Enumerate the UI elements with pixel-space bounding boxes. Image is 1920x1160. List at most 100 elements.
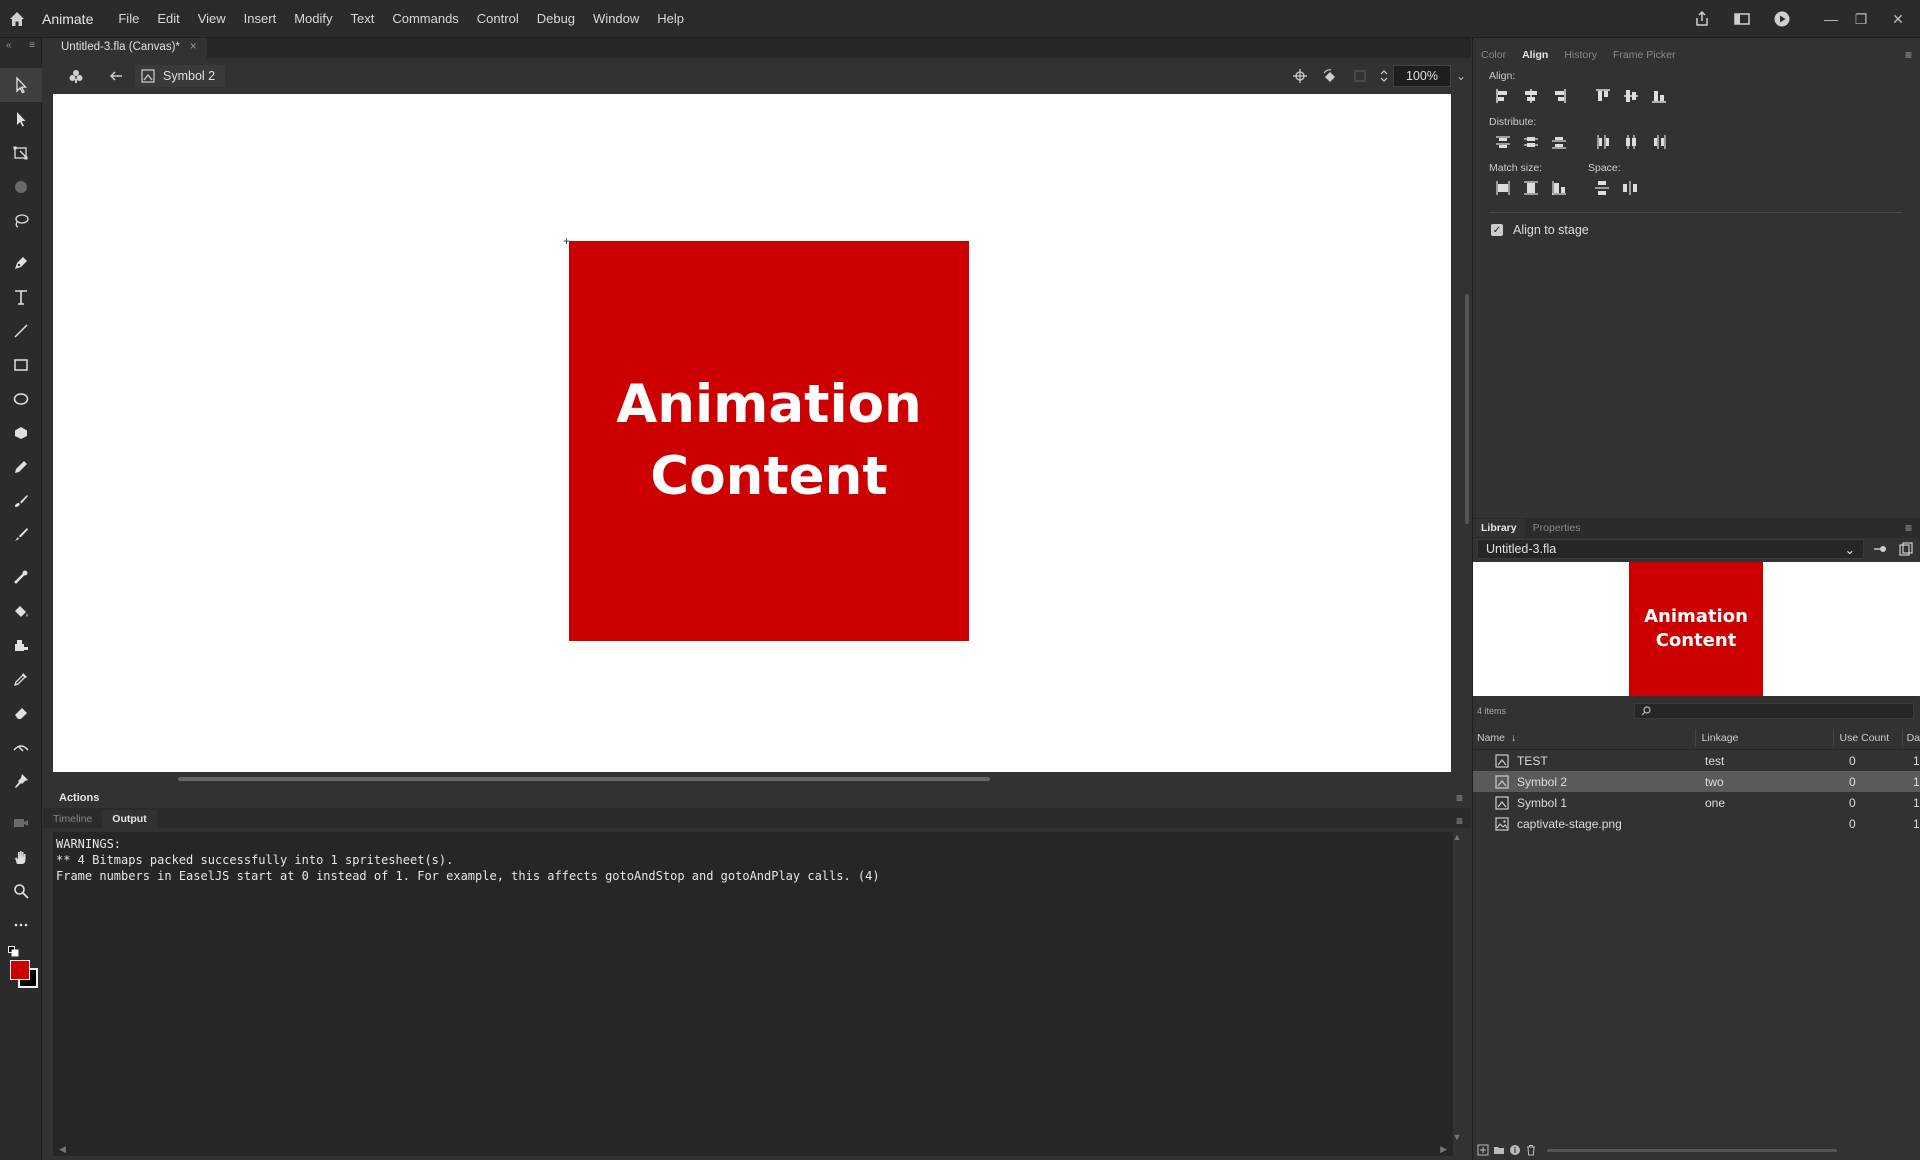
menu-control[interactable]: Control [468, 11, 528, 26]
scroll-down-icon[interactable]: ▼ [1453, 1132, 1462, 1142]
rotate-stage-icon[interactable] [1315, 61, 1345, 91]
output-vertical-scrollbar[interactable]: ▲ ▼ [1451, 832, 1463, 1142]
hand-tool[interactable] [0, 840, 42, 874]
library-row-symbol-1[interactable]: Symbol 1 one 0 1 [1473, 792, 1920, 813]
tab-output[interactable]: Output [102, 810, 157, 828]
zoom-tool[interactable] [0, 874, 42, 908]
zoom-level-input[interactable]: 100% [1393, 65, 1451, 87]
library-panel-menu-icon[interactable]: ≡ [1905, 521, 1912, 535]
library-row-test[interactable]: TEST test 0 1 [1473, 750, 1920, 771]
library-row-symbol-2[interactable]: Symbol 2 two 0 1 [1473, 771, 1920, 792]
new-library-panel-icon[interactable] [1896, 542, 1916, 556]
align-to-stage-checkbox[interactable]: ✓ [1491, 224, 1503, 236]
pen-tool[interactable] [0, 246, 42, 280]
breadcrumb[interactable]: Symbol 2 [135, 65, 226, 87]
zoom-stepper-icon[interactable] [1375, 61, 1393, 91]
align-vcenter-button[interactable] [1617, 85, 1645, 107]
column-linkage[interactable]: Linkage [1696, 728, 1834, 747]
tab-align[interactable]: Align [1514, 49, 1556, 61]
library-row-captivate-stage[interactable]: captivate-stage.png 0 1 [1473, 813, 1920, 834]
text-tool[interactable] [0, 280, 42, 314]
tab-timeline[interactable]: Timeline [43, 810, 102, 828]
share-icon[interactable] [1682, 0, 1722, 38]
tab-color[interactable]: Color [1473, 49, 1514, 61]
camera-tool[interactable] [0, 806, 42, 840]
stage-horizontal-scrollbar[interactable] [178, 777, 990, 781]
panel-menu-icon[interactable]: ≡ [29, 40, 35, 66]
pencil-tool[interactable] [0, 450, 42, 484]
column-date[interactable]: Da [1903, 729, 1920, 747]
library-search-input[interactable] [1634, 703, 1914, 719]
library-file-select[interactable]: Untitled-3.fla ⌄ [1477, 539, 1864, 559]
home-icon[interactable] [0, 0, 34, 38]
tab-library[interactable]: Library [1473, 519, 1525, 537]
bone-tool[interactable] [0, 560, 42, 594]
distribute-top-button[interactable] [1489, 131, 1517, 153]
back-arrow-icon[interactable] [101, 61, 131, 91]
zoom-dropdown-icon[interactable]: ⌄ [1451, 69, 1471, 83]
brush-tool[interactable] [0, 518, 42, 552]
column-name[interactable]: Name ↓ [1473, 728, 1696, 747]
menu-file[interactable]: File [109, 11, 148, 26]
align-panel-menu-icon[interactable]: ≡ [1905, 48, 1912, 62]
actions-title[interactable]: Actions [59, 792, 99, 804]
eyedropper-tool[interactable] [0, 662, 42, 696]
menu-edit[interactable]: Edit [148, 11, 188, 26]
distribute-bottom-button[interactable] [1545, 131, 1573, 153]
scroll-up-icon[interactable]: ▲ [1453, 832, 1462, 842]
restore-button[interactable]: ❐ [1846, 11, 1876, 28]
menu-help[interactable]: Help [648, 11, 693, 26]
menu-view[interactable]: View [189, 11, 235, 26]
more-tools-button[interactable] [0, 908, 42, 942]
distribute-vcenter-button[interactable] [1517, 131, 1545, 153]
rectangle-tool[interactable] [0, 348, 42, 382]
scroll-left-icon[interactable]: ◀ [59, 1144, 66, 1155]
match-width-height-button[interactable] [1545, 177, 1573, 199]
menu-window[interactable]: Window [584, 11, 648, 26]
test-movie-icon[interactable] [1762, 0, 1802, 38]
eraser-tool[interactable] [0, 696, 42, 730]
3d-rotation-tool[interactable] [0, 170, 42, 204]
align-to-stage-row[interactable]: ✓ Align to stage [1473, 223, 1920, 237]
pin-tool[interactable] [0, 764, 42, 798]
collapse-icon[interactable]: « [6, 40, 12, 66]
paint-brush-tool[interactable] [0, 484, 42, 518]
width-tool[interactable] [0, 730, 42, 764]
distribute-hcenter-button[interactable] [1617, 131, 1645, 153]
pin-library-icon[interactable] [1870, 542, 1890, 556]
edit-symbols-icon[interactable] [61, 61, 91, 91]
ink-bottle-tool[interactable] [0, 628, 42, 662]
library-horizontal-scrollbar[interactable] [1547, 1149, 1837, 1152]
distribute-right-button[interactable] [1645, 131, 1673, 153]
polystar-tool[interactable] [0, 416, 42, 450]
space-vertical-button[interactable] [1588, 177, 1616, 199]
output-log[interactable]: WARNINGS: ** 4 Bitmaps packed successfull… [53, 832, 1453, 1142]
actions-panel-menu-icon[interactable]: ≡ [1456, 791, 1463, 805]
paint-bucket-tool[interactable] [0, 594, 42, 628]
subselection-tool[interactable] [0, 102, 42, 136]
output-horizontal-scrollbar[interactable]: ◀ ▶ [53, 1142, 1453, 1156]
line-tool[interactable] [0, 314, 42, 348]
menu-commands[interactable]: Commands [383, 11, 467, 26]
stage[interactable]: Animation Content + [53, 94, 1451, 772]
menu-modify[interactable]: Modify [285, 11, 341, 26]
oval-tool[interactable] [0, 382, 42, 416]
tab-properties[interactable]: Properties [1525, 519, 1589, 537]
new-folder-icon[interactable] [1493, 1144, 1505, 1156]
minimize-button[interactable]: — [1816, 11, 1846, 27]
column-use-count[interactable]: Use Count [1834, 728, 1903, 747]
scroll-right-icon[interactable]: ▶ [1440, 1144, 1447, 1155]
clip-content-icon[interactable] [1345, 61, 1375, 91]
align-to-stage-label[interactable]: Align to stage [1513, 223, 1589, 237]
close-button[interactable]: ✕ [1876, 11, 1920, 28]
match-height-button[interactable] [1517, 177, 1545, 199]
align-left-button[interactable] [1489, 85, 1517, 107]
align-right-button[interactable] [1545, 85, 1573, 107]
menu-text[interactable]: Text [341, 11, 383, 26]
center-stage-icon[interactable] [1285, 61, 1315, 91]
space-horizontal-button[interactable] [1616, 177, 1644, 199]
default-colors-icon[interactable] [8, 946, 20, 958]
tab-history[interactable]: History [1556, 49, 1605, 61]
align-top-button[interactable] [1589, 85, 1617, 107]
fill-color-swatch[interactable] [10, 960, 30, 980]
